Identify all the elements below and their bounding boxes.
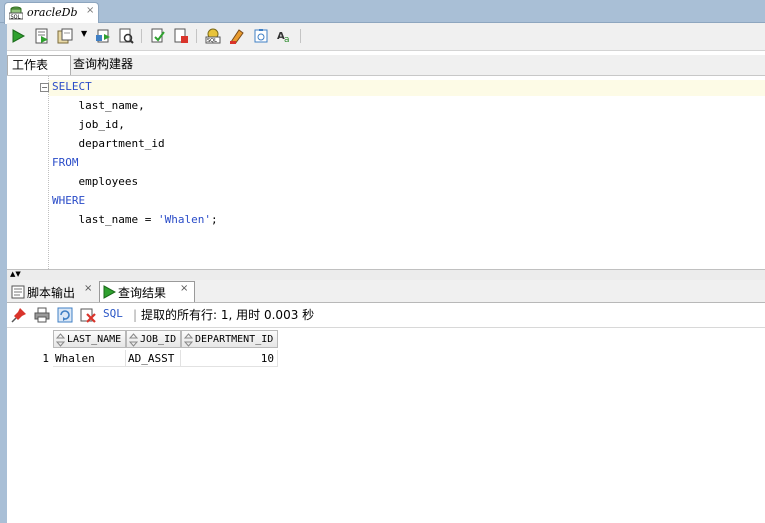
clear-icon[interactable] xyxy=(229,28,245,44)
sql-terminator: ; xyxy=(210,213,218,226)
sort-icon xyxy=(184,333,193,347)
play-icon xyxy=(103,285,116,299)
close-icon[interactable]: × xyxy=(86,5,94,16)
fetch-status: | 提取的所有行: 1, 用时 0.003 秒 xyxy=(133,306,314,323)
sql-string-literal: 'Whalen' xyxy=(157,213,211,226)
editor-tab-bar: SQL oracleDb × xyxy=(0,0,765,24)
separator: | xyxy=(133,308,138,322)
close-icon[interactable]: × xyxy=(180,283,188,294)
fetch-status-text: 提取的所有行: 1, 用时 0.003 秒 xyxy=(141,308,315,322)
tab-query-result[interactable]: 查询结果 × xyxy=(99,281,195,302)
run-statement-icon[interactable] xyxy=(10,28,26,44)
sort-icon xyxy=(56,333,65,347)
column-header-label: JOB_ID xyxy=(140,334,177,345)
sql-tuning-icon[interactable] xyxy=(173,28,189,44)
dropdown-arrow-icon[interactable]: ▼ xyxy=(81,29,87,38)
sql-line: job_id, xyxy=(52,118,125,131)
sql-line: department_id xyxy=(52,137,165,150)
table-cell-job-id[interactable]: AD_ASST xyxy=(126,350,181,367)
refresh-icon[interactable] xyxy=(57,307,73,323)
tab-script-output[interactable]: 脚本输出 × xyxy=(9,282,95,301)
pin-icon[interactable] xyxy=(11,307,27,323)
explain-plan-icon[interactable] xyxy=(118,28,134,44)
tab-oracledb[interactable]: SQL oracleDb × xyxy=(4,2,99,24)
sql-keyword-where: WHERE xyxy=(52,194,86,207)
tab-worksheet[interactable]: 工作表 xyxy=(7,55,71,75)
sql-keyword-select: SELECT xyxy=(52,80,92,93)
sql-line: last_name, xyxy=(52,99,145,112)
column-header-job-id[interactable]: JOB_ID xyxy=(126,330,181,348)
tab-label: 查询结果 xyxy=(118,286,167,300)
tab-label: 脚本输出 xyxy=(27,286,76,300)
fold-toggle-icon[interactable]: − xyxy=(40,83,49,92)
column-header-department-id[interactable]: DEPARTMENT_ID xyxy=(181,330,278,348)
collapse-arrows-icon[interactable]: ▲▼ xyxy=(10,270,21,278)
row-number: 1 xyxy=(42,352,49,365)
commit-icon[interactable] xyxy=(57,28,73,44)
tab-title: oracleDb xyxy=(27,6,78,19)
sql-editor[interactable]: − SELECT last_name, job_id, department_i… xyxy=(7,76,765,269)
run-script-icon[interactable] xyxy=(34,28,50,44)
find-replace-icon[interactable]: Aa xyxy=(277,28,293,44)
sql-line: employees xyxy=(52,175,139,188)
autotrace-icon[interactable] xyxy=(150,28,166,44)
svg-text:SQL: SQL xyxy=(207,38,217,44)
column-header-last-name[interactable]: LAST_NAME xyxy=(53,330,126,348)
table-cell-last-name[interactable]: Whalen xyxy=(53,350,126,367)
current-line-highlight xyxy=(49,80,765,96)
result-tabs: 脚本输出 × 查询结果 × xyxy=(7,280,765,303)
sql-text: last_name = xyxy=(52,213,158,226)
svg-text:SQL: SQL xyxy=(11,14,21,20)
print-icon[interactable] xyxy=(34,307,50,323)
delete-results-icon[interactable] xyxy=(80,307,96,323)
tab-query-builder[interactable]: 查询构建器 xyxy=(69,55,137,74)
script-output-icon xyxy=(11,285,25,299)
table-cell-department-id[interactable]: 10 xyxy=(181,350,278,367)
sql-history-icon[interactable]: SQL xyxy=(205,28,221,44)
sql-worksheet-icon: SQL xyxy=(9,6,23,20)
worksheet-toolbar: ▼ SQL Aa xyxy=(7,23,765,51)
column-header-label: DEPARTMENT_ID xyxy=(195,334,274,345)
svg-text:a: a xyxy=(284,35,290,44)
sort-icon xyxy=(129,333,138,347)
close-icon[interactable]: × xyxy=(84,283,92,294)
editor-gutter xyxy=(48,76,50,269)
sql-line: last_name = 'Whalen'; xyxy=(52,213,218,226)
sql-link[interactable]: SQL xyxy=(103,307,123,320)
format-icon[interactable] xyxy=(253,28,269,44)
result-toolbar: SQL | 提取的所有行: 1, 用时 0.003 秒 xyxy=(7,303,765,328)
results-grid[interactable]: LAST_NAME JOB_ID DEPARTMENT_ID 1 Whalen … xyxy=(7,329,765,523)
worksheet-subtabs: 工作表 查询构建器 xyxy=(7,55,765,76)
rollback-icon[interactable] xyxy=(95,28,111,44)
column-header-label: LAST_NAME xyxy=(67,334,122,345)
sql-keyword-from: FROM xyxy=(52,156,79,169)
left-window-edge xyxy=(0,0,7,523)
